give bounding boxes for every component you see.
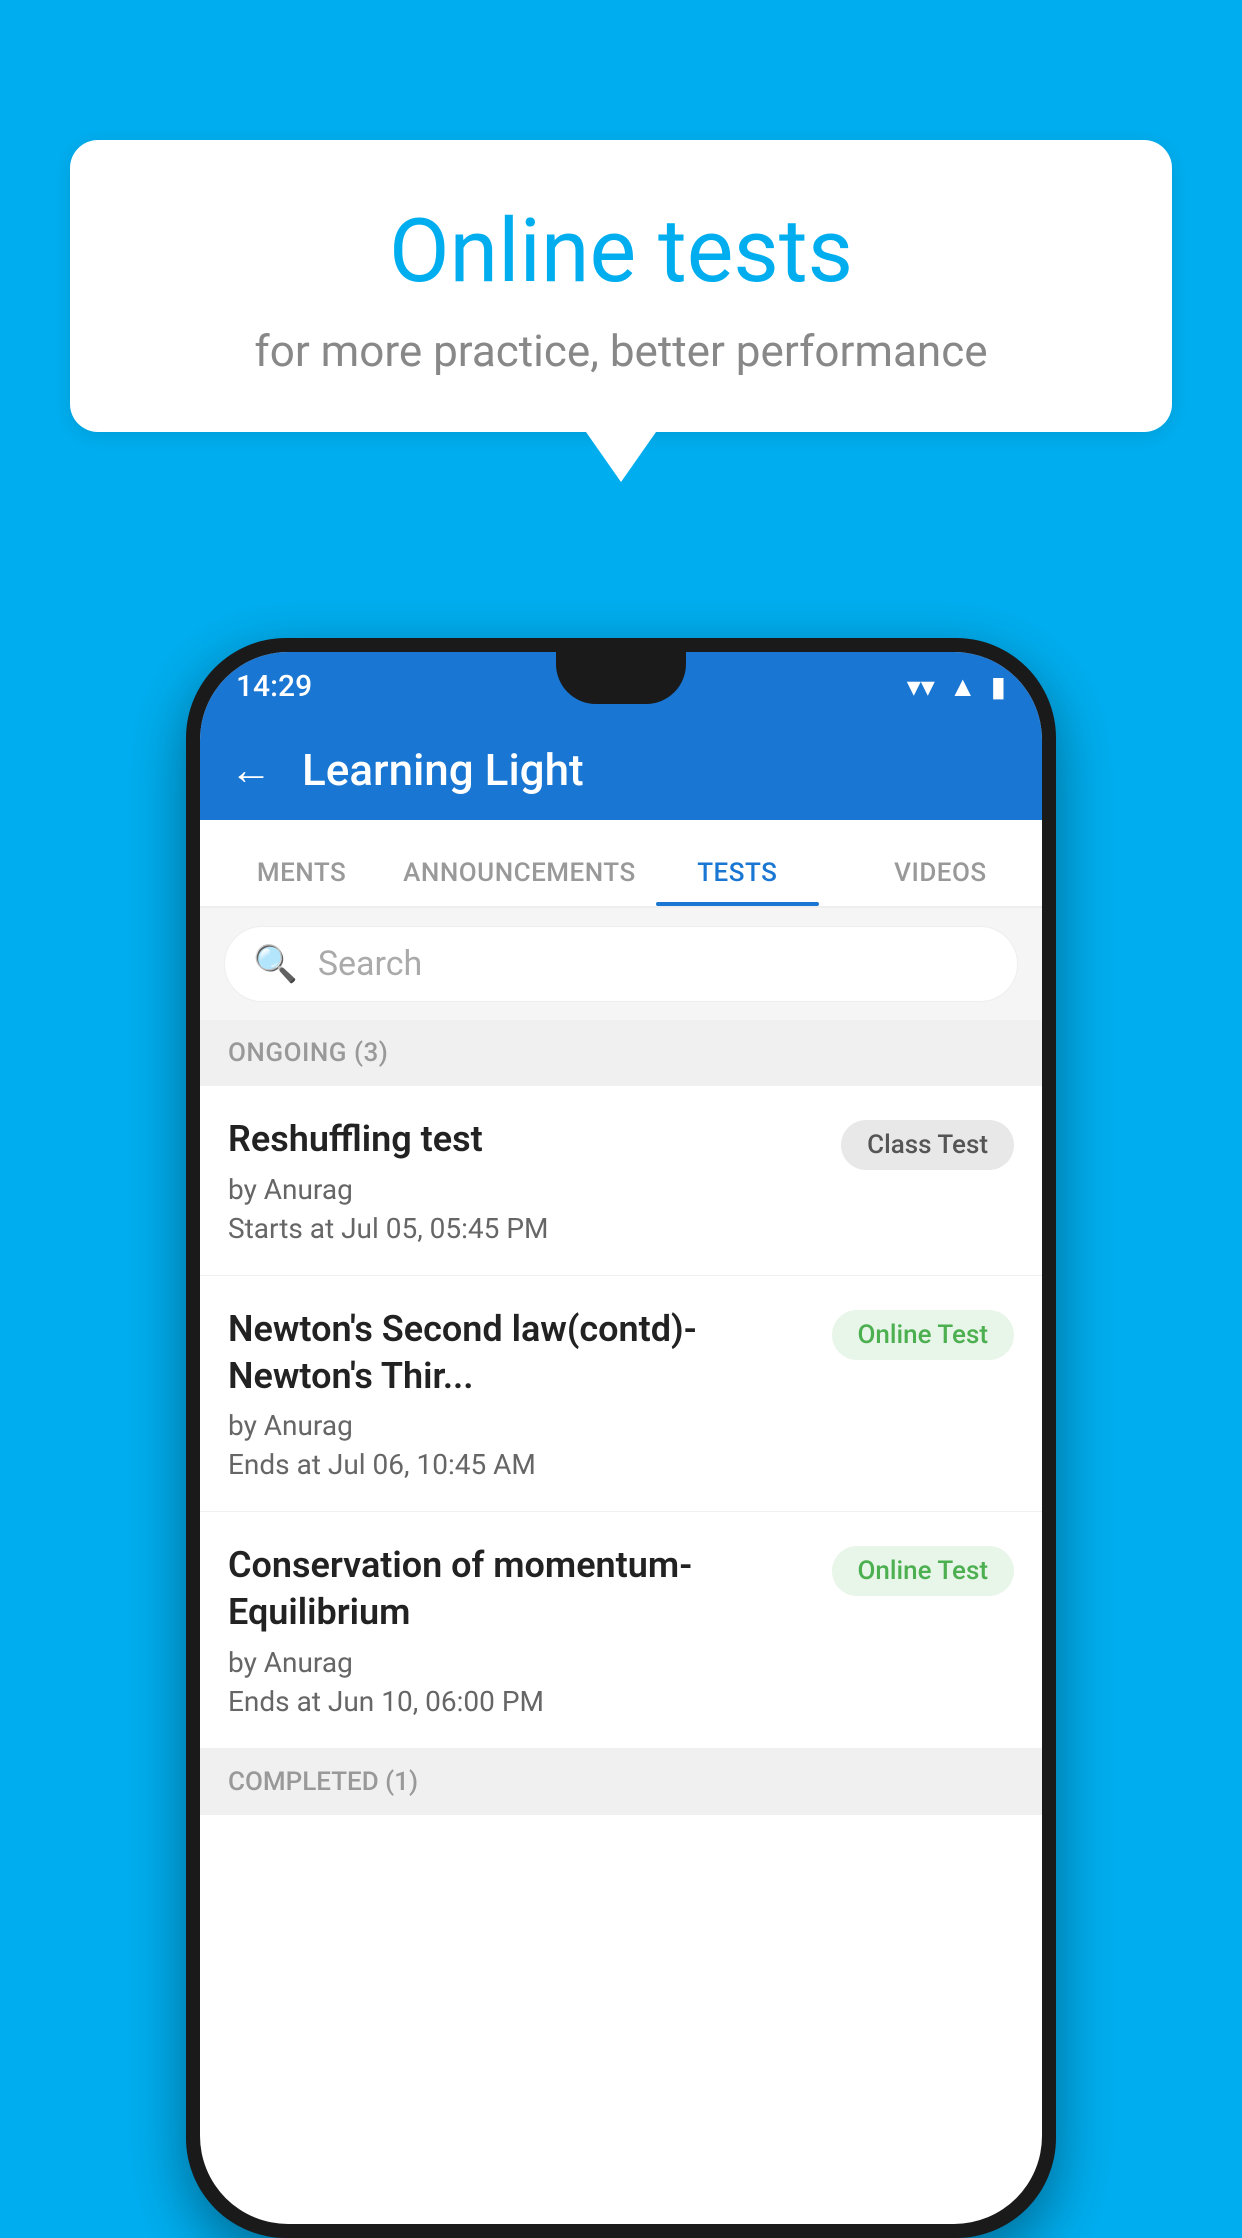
test-author: by Anurag <box>228 1646 812 1679</box>
test-time: Ends at Jul 06, 10:45 AM <box>228 1448 812 1481</box>
test-content: Reshuffling test by Anurag Starts at Jul… <box>228 1116 821 1245</box>
test-item[interactable]: Newton's Second law(contd)-Newton's Thir… <box>200 1276 1042 1513</box>
back-button[interactable]: ← <box>230 746 272 795</box>
notch <box>556 652 686 704</box>
test-badge: Online Test <box>832 1310 1015 1360</box>
speech-bubble-container: Online tests for more practice, better p… <box>70 140 1172 482</box>
search-container: 🔍 Search <box>200 908 1042 1020</box>
tab-videos[interactable]: VIDEOS <box>839 858 1042 906</box>
status-icons: ▾▾ ▲ ▮ <box>907 670 1006 703</box>
test-author: by Anurag <box>228 1173 821 1206</box>
test-item[interactable]: Conservation of momentum-Equilibrium by … <box>200 1512 1042 1749</box>
bubble-title: Online tests <box>140 200 1102 303</box>
test-item[interactable]: Reshuffling test by Anurag Starts at Jul… <box>200 1086 1042 1276</box>
test-name: Newton's Second law(contd)-Newton's Thir… <box>228 1306 812 1400</box>
search-icon: 🔍 <box>253 943 298 985</box>
wifi-icon: ▾▾ <box>907 670 935 703</box>
completed-section-header: COMPLETED (1) <box>200 1749 1042 1815</box>
test-author: by Anurag <box>228 1409 812 1442</box>
test-name: Reshuffling test <box>228 1116 821 1163</box>
bubble-arrow <box>586 432 656 482</box>
test-time: Starts at Jul 05, 05:45 PM <box>228 1212 821 1245</box>
tabs-bar: MENTS ANNOUNCEMENTS TESTS VIDEOS <box>200 820 1042 908</box>
test-content: Conservation of momentum-Equilibrium by … <box>228 1542 812 1718</box>
tab-tests[interactable]: TESTS <box>636 858 839 906</box>
battery-icon: ▮ <box>991 670 1006 703</box>
phone-inner: 14:29 ▾▾ ▲ ▮ ← Learning Light MENTS ANNO… <box>200 652 1042 2224</box>
ongoing-title: ONGOING (3) <box>228 1038 388 1068</box>
tab-ments[interactable]: MENTS <box>200 858 403 906</box>
phone-frame: 14:29 ▾▾ ▲ ▮ ← Learning Light MENTS ANNO… <box>186 638 1056 2238</box>
test-badge: Class Test <box>841 1120 1014 1170</box>
completed-title: COMPLETED (1) <box>228 1767 418 1797</box>
status-bar: 14:29 ▾▾ ▲ ▮ <box>200 652 1042 720</box>
top-bar: ← Learning Light <box>200 720 1042 820</box>
test-content: Newton's Second law(contd)-Newton's Thir… <box>228 1306 812 1482</box>
test-badge: Online Test <box>832 1546 1015 1596</box>
speech-bubble: Online tests for more practice, better p… <box>70 140 1172 432</box>
bubble-subtitle: for more practice, better performance <box>140 325 1102 377</box>
test-time: Ends at Jun 10, 06:00 PM <box>228 1685 812 1718</box>
ongoing-section-header: ONGOING (3) <box>200 1020 1042 1086</box>
status-time: 14:29 <box>236 669 312 704</box>
search-box[interactable]: 🔍 Search <box>224 926 1018 1002</box>
signal-icon: ▲ <box>949 670 977 703</box>
tab-announcements[interactable]: ANNOUNCEMENTS <box>403 858 636 906</box>
search-placeholder-text: Search <box>318 944 422 984</box>
app-title: Learning Light <box>302 744 584 796</box>
test-name: Conservation of momentum-Equilibrium <box>228 1542 812 1636</box>
